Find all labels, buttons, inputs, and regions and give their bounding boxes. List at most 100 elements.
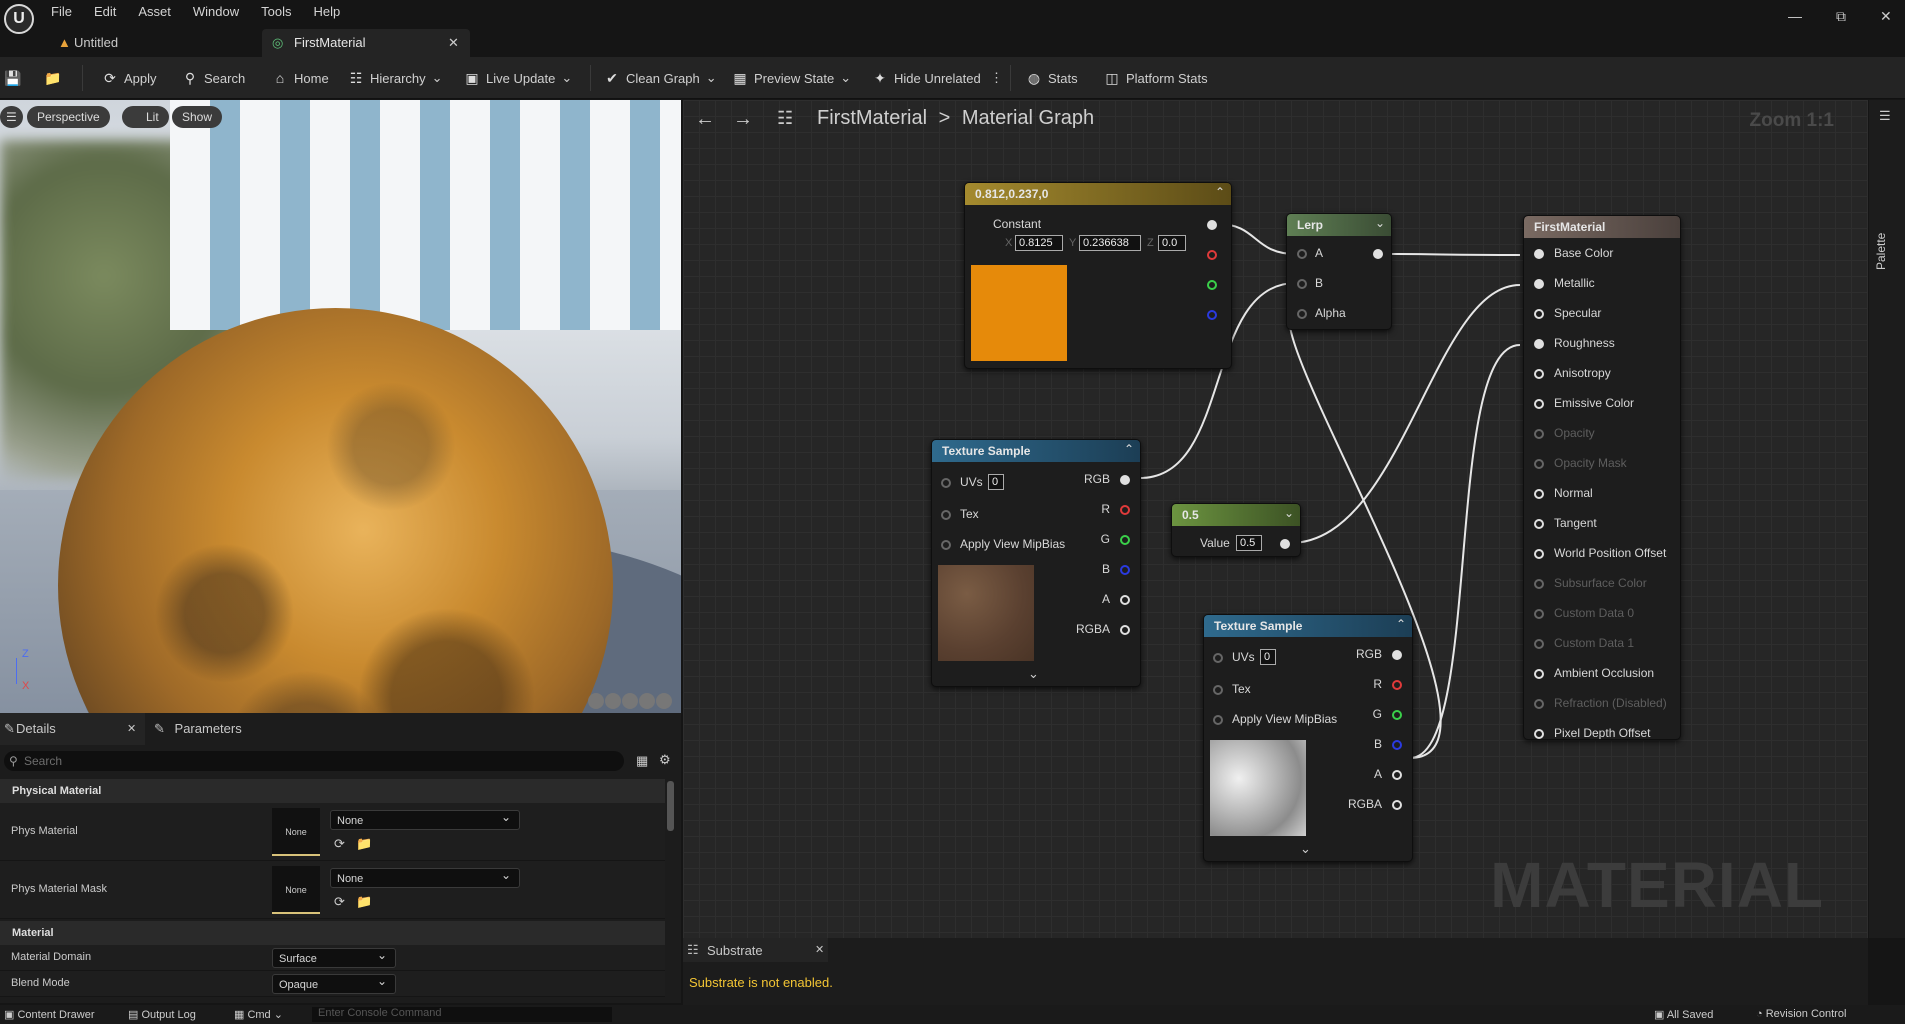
clean-graph-button[interactable]: ✔ Clean Graph ⌄	[604, 67, 717, 89]
use-selected-icon[interactable]: ⟳	[334, 836, 345, 852]
more-options-icon[interactable]: ⋮	[990, 67, 1003, 89]
input-pin-uvs[interactable]	[1213, 653, 1223, 663]
revision-control-button[interactable]: ◔ Revision Control	[1756, 1008, 1846, 1020]
output-pin-g[interactable]	[1120, 535, 1130, 545]
input-pin[interactable]	[1534, 699, 1544, 709]
save-icon[interactable]: 💾	[4, 67, 21, 89]
input-pin[interactable]	[1534, 729, 1544, 739]
close-tab-icon[interactable]: ✕	[815, 943, 824, 956]
output-pin-rgba[interactable]	[1120, 625, 1130, 635]
close-window-icon[interactable]: ✕	[1880, 8, 1892, 25]
scalar-parameter-node[interactable]: 0.5 ⌄ Value 0.5	[1171, 503, 1301, 557]
tab-substrate[interactable]: ☷ Substrate ✕	[683, 938, 828, 962]
hierarchy-button[interactable]: ☷ Hierarchy ⌄	[348, 67, 443, 89]
hide-unrelated-button[interactable]: ✦ Hide Unrelated	[872, 67, 981, 89]
perspective-button[interactable]: Perspective	[27, 106, 110, 128]
collapse-icon[interactable]: ⌄	[1375, 216, 1385, 230]
show-button[interactable]: Show	[172, 106, 223, 128]
uvs-field[interactable]: 0	[1260, 649, 1276, 665]
input-pin[interactable]	[1534, 279, 1544, 289]
plane-icon[interactable]	[622, 693, 638, 709]
palette-menu-icon[interactable]: ☰	[1879, 108, 1891, 124]
input-pin[interactable]	[1534, 669, 1544, 679]
texture-sample-node-1[interactable]: Texture Sample ⌃ UVs 0 Tex Apply View Mi…	[931, 439, 1141, 687]
lerp-node[interactable]: Lerp ⌄ A B Alpha	[1286, 213, 1392, 330]
input-pin[interactable]	[1534, 249, 1544, 259]
phys-mask-dropdown[interactable]: None	[330, 865, 520, 888]
input-pin[interactable]	[1534, 489, 1544, 499]
menu-file[interactable]: File	[40, 0, 83, 24]
output-log-button[interactable]: ▤ Output Log	[128, 1008, 196, 1021]
output-pin[interactable]	[1373, 249, 1383, 259]
output-pin-rgba[interactable]	[1392, 800, 1402, 810]
tab-details[interactable]: ✎ Details ✕	[0, 713, 145, 745]
input-pin[interactable]	[1534, 339, 1544, 349]
menu-help[interactable]: Help	[302, 0, 351, 24]
collapse-icon[interactable]: ⌃	[1215, 185, 1225, 199]
preview-viewport[interactable]: ☰ Perspective Lit Show Z X	[0, 100, 681, 713]
live-update-button[interactable]: ▣ Live Update ⌄	[464, 67, 572, 89]
expand-icon[interactable]: ⌄	[1300, 841, 1311, 857]
output-pin-r[interactable]	[1207, 250, 1217, 260]
output-pin-g[interactable]	[1392, 710, 1402, 720]
close-tab-icon[interactable]: ✕	[127, 713, 136, 745]
browse-icon[interactable]: 📁	[44, 67, 61, 89]
browse-asset-icon[interactable]: 📁	[356, 894, 372, 910]
platform-stats-button[interactable]: ◫ Platform Stats	[1104, 67, 1207, 89]
home-button[interactable]: ⌂ Home	[272, 67, 329, 89]
category-physical-material[interactable]: Physical Material	[0, 779, 665, 803]
menu-window[interactable]: Window	[182, 0, 250, 24]
material-domain-dropdown[interactable]: Surface	[272, 945, 396, 968]
texture-sample-node-2[interactable]: Texture Sample ⌃ UVs 0 Tex Apply View Mi…	[1203, 614, 1413, 862]
custom-mesh-icon[interactable]	[656, 693, 672, 709]
input-pin-a[interactable]	[1297, 249, 1307, 259]
sphere-icon[interactable]	[605, 693, 621, 709]
collapse-icon[interactable]: ⌃	[1396, 617, 1406, 631]
blend-mode-dropdown[interactable]: Opaque	[272, 971, 396, 994]
scalar-value-field[interactable]: 0.5	[1236, 535, 1262, 551]
phys-material-thumbnail[interactable]: None	[272, 808, 320, 856]
input-pin-mipbias[interactable]	[1213, 715, 1223, 725]
input-pin[interactable]	[1534, 639, 1544, 649]
input-pin[interactable]	[1534, 399, 1544, 409]
output-pin[interactable]	[1207, 220, 1217, 230]
input-pin[interactable]	[1534, 579, 1544, 589]
phys-mask-thumbnail[interactable]: None	[272, 866, 320, 914]
apply-button[interactable]: ⟳ Apply	[102, 67, 156, 89]
input-pin-tex[interactable]	[1213, 685, 1223, 695]
constant3-node[interactable]: 0.812,0.237,0 ⌃ Constant X 0.8125 Y 0.23…	[964, 182, 1232, 369]
scrollbar[interactable]	[667, 781, 674, 831]
output-pin-a[interactable]	[1392, 770, 1402, 780]
output-pin-rgb[interactable]	[1392, 650, 1402, 660]
output-pin-b[interactable]	[1207, 310, 1217, 320]
output-pin-g[interactable]	[1207, 280, 1217, 290]
input-pin-tex[interactable]	[941, 510, 951, 520]
cylinder-icon[interactable]	[588, 693, 604, 709]
output-pin-rgb[interactable]	[1120, 475, 1130, 485]
menu-edit[interactable]: Edit	[83, 0, 127, 24]
palette-tab[interactable]: Palette	[1874, 210, 1888, 270]
preview-state-button[interactable]: ▦ Preview State ⌄	[732, 67, 851, 89]
collapse-icon[interactable]: ⌃	[1124, 442, 1134, 456]
expand-icon[interactable]: ⌄	[1028, 666, 1039, 682]
material-result-node[interactable]: FirstMaterial Base Color Metallic Specular…	[1523, 215, 1681, 740]
output-pin-r[interactable]	[1392, 680, 1402, 690]
input-pin-uvs[interactable]	[941, 478, 951, 488]
settings-gear-icon[interactable]: ⚙	[659, 752, 671, 768]
constant-z-field[interactable]: 0.0	[1158, 235, 1186, 251]
menu-asset[interactable]: Asset	[127, 0, 182, 24]
browse-asset-icon[interactable]: 📁	[356, 836, 372, 852]
input-pin-alpha[interactable]	[1297, 309, 1307, 319]
console-input[interactable]: Enter Console Command	[312, 1007, 612, 1022]
table-view-icon[interactable]: ▦	[636, 753, 648, 769]
restore-icon[interactable]: ⧉	[1836, 8, 1846, 25]
input-pin-mipbias[interactable]	[941, 540, 951, 550]
minimize-icon[interactable]: —	[1788, 8, 1802, 24]
all-saved-button[interactable]: ▣ All Saved	[1654, 1008, 1713, 1021]
tab-parameters[interactable]: ✎ Parameters	[154, 713, 242, 745]
tab-firstmaterial[interactable]: ◎ FirstMaterial ✕	[262, 29, 470, 57]
menu-tools[interactable]: Tools	[250, 0, 302, 24]
cmd-dropdown[interactable]: ▦ Cmd ⌄	[234, 1008, 283, 1021]
details-search-input[interactable]: ⚲ Search	[4, 751, 624, 771]
input-pin-b[interactable]	[1297, 279, 1307, 289]
